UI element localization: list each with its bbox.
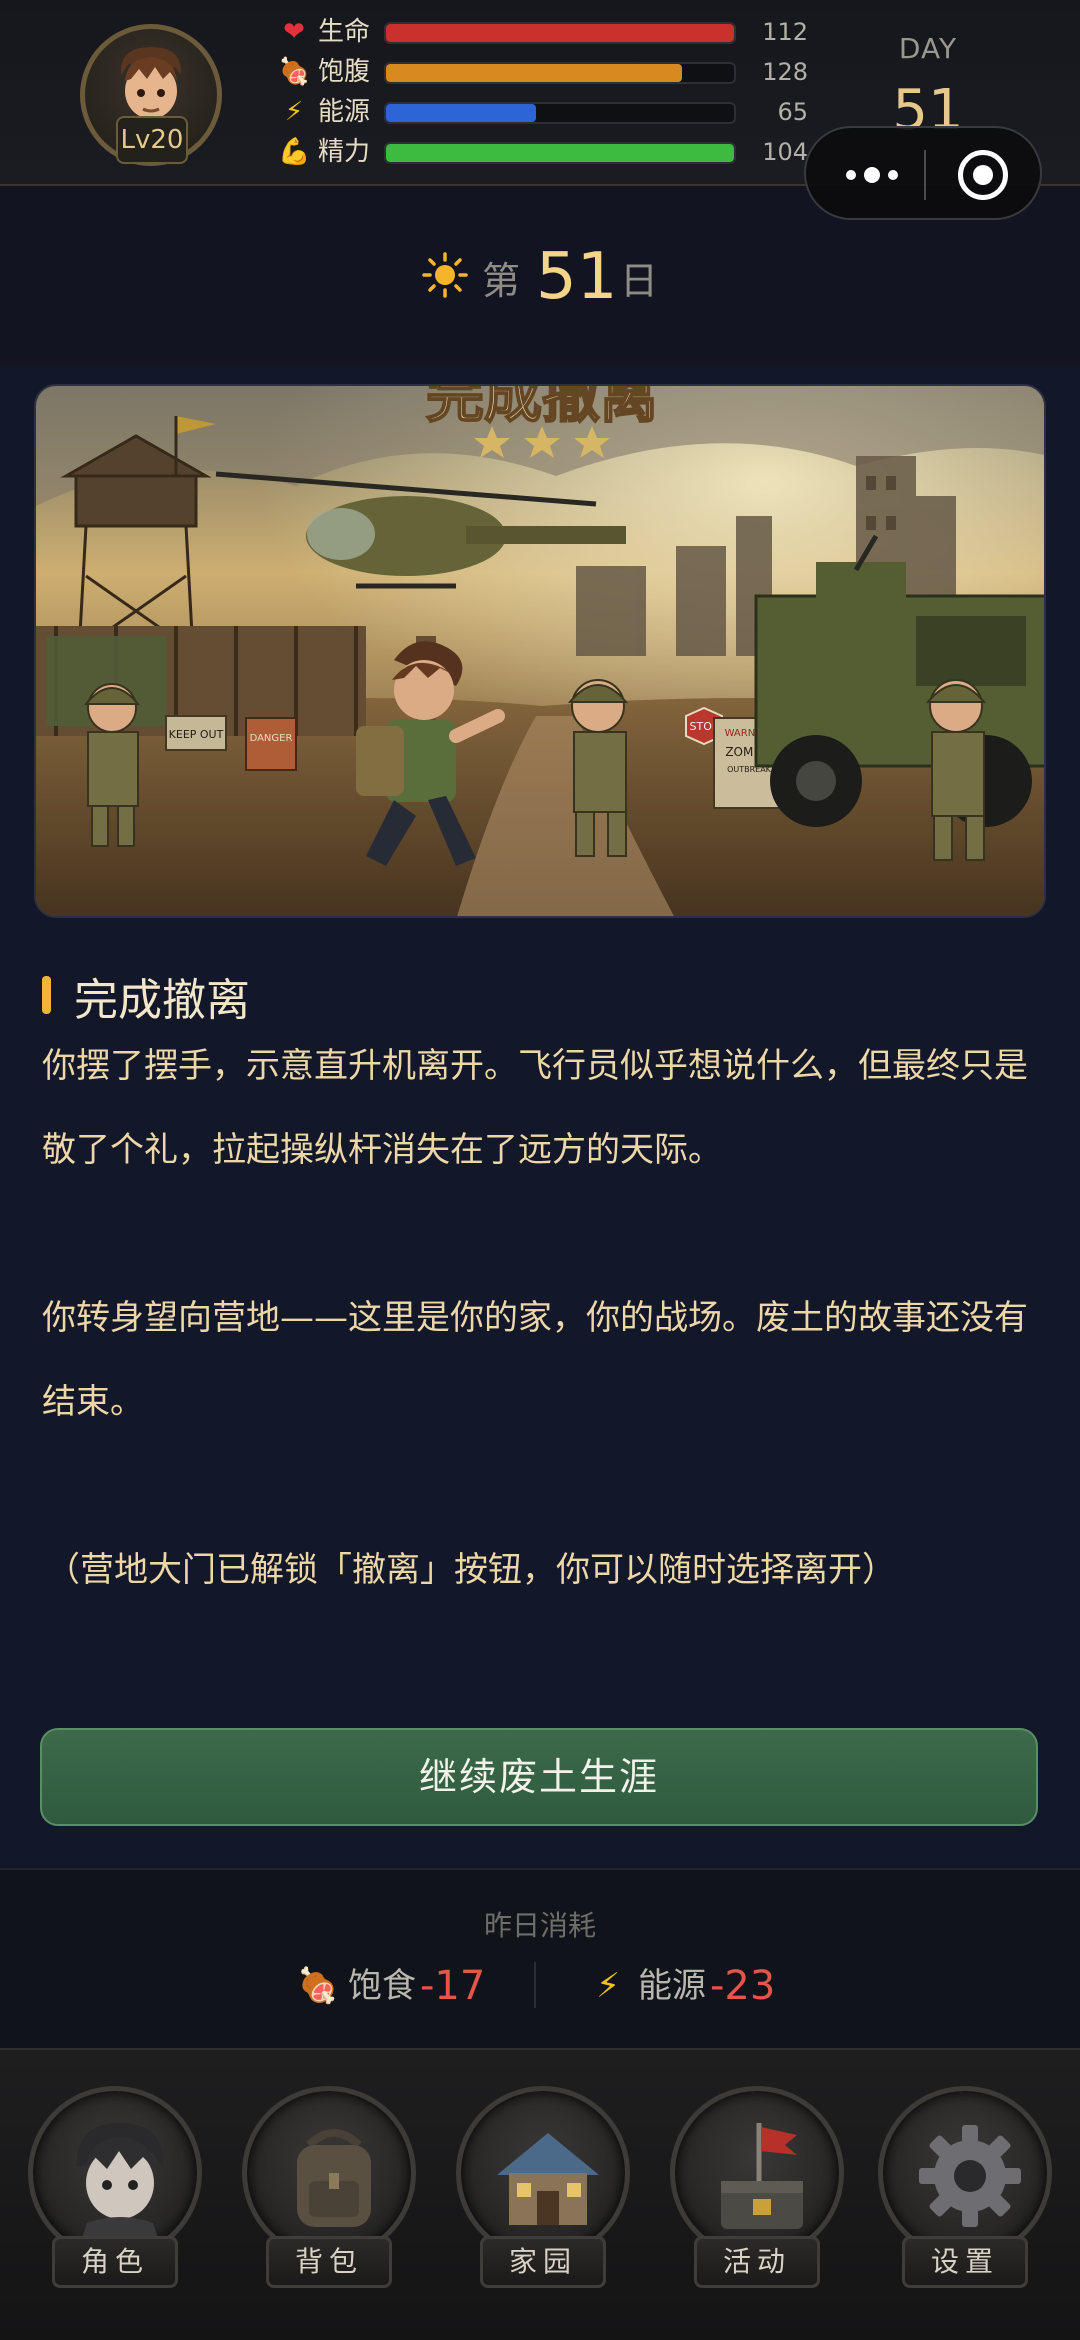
- home-icon: [497, 2133, 599, 2225]
- stat-value: 65: [777, 98, 808, 126]
- capsule-divider: [924, 150, 926, 200]
- nav-icon-frame: [456, 2086, 630, 2260]
- nav-icon-frame: [878, 2086, 1052, 2260]
- event-title: 完成撤离: [74, 975, 250, 1026]
- evacuation-scene-image: 完成撤离 KEEP OUT DANGER STOP WARNING ZOMBIE…: [36, 386, 1044, 916]
- nav-activity[interactable]: 活动: [662, 2086, 852, 2316]
- stat-satiety: 🍖 饱腹 128: [278, 54, 828, 90]
- stat-value: 104: [762, 138, 808, 166]
- consumption-title: 昨日消耗: [483, 1909, 596, 1942]
- stat-bar: [384, 22, 736, 44]
- more-options-icon[interactable]: [826, 150, 916, 200]
- nav-home[interactable]: 家园: [448, 2086, 638, 2316]
- stat-label: 饱腹: [318, 57, 371, 87]
- nav-icon-frame: [28, 2086, 202, 2260]
- stat-bar: [384, 142, 736, 164]
- character-icon: [76, 2123, 164, 2241]
- activity-icon: [721, 2123, 803, 2229]
- nav-icon-frame: [242, 2086, 416, 2260]
- day-label: DAY: [898, 32, 958, 65]
- consumption-divider: [534, 1962, 536, 2008]
- miniprogram-capsule: [804, 126, 1042, 220]
- nav-icon-frame: [670, 2086, 844, 2260]
- event-paragraph: 你转身望向营地——这里是你的家，你的战场。废土的故事还没有结束。: [42, 1298, 1028, 1422]
- consumption-value: -23: [710, 1963, 776, 2009]
- continue-button[interactable]: 继续废土生涯: [40, 1728, 1038, 1826]
- stat-value: 112: [762, 18, 808, 46]
- stat-label: 精力: [318, 137, 371, 167]
- level-badge: Lv20: [116, 116, 188, 164]
- day-suffix: 日: [620, 259, 659, 303]
- consumption-label: 饱食: [348, 1966, 416, 2006]
- day-prefix: 第: [482, 259, 521, 303]
- stat-bar: [384, 102, 736, 124]
- day-header: 第 51 日: [0, 228, 1080, 338]
- sun-icon: [422, 252, 468, 298]
- nav-label: 背包: [266, 2236, 392, 2288]
- muscle-icon: 💪: [278, 137, 311, 167]
- stat-bar: [384, 62, 736, 84]
- consumption-label: 能源: [638, 1966, 706, 2006]
- settings-icon: [919, 2125, 1021, 2227]
- stat-bar-fill: [386, 144, 734, 162]
- lightning-icon: ⚡: [596, 1966, 620, 2006]
- nav-settings[interactable]: 设置: [870, 2086, 1060, 2316]
- close-miniprogram-icon[interactable]: [958, 150, 1008, 200]
- stat-health: ❤ 生命 112: [278, 14, 828, 50]
- stat-bar-fill: [386, 24, 734, 42]
- stat-label: 能源: [318, 97, 371, 127]
- nav-backpack[interactable]: 背包: [234, 2086, 424, 2316]
- lightning-icon: ⚡: [284, 97, 304, 127]
- consumption-value: -17: [420, 1963, 486, 2009]
- event-illustration: 完成撤离 KEEP OUT DANGER STOP WARNING ZOMBIE…: [34, 384, 1046, 918]
- event-paragraph: 你摆了摆手，示意直升机离开。飞行员似乎想说什么，但最终只是敬了个礼，拉起操纵杆消…: [42, 1046, 1028, 1170]
- heart-icon: ❤: [283, 17, 305, 47]
- title-accent-bar: [42, 976, 51, 1014]
- bottom-nav: 角色 背包 家园 活动 设置: [0, 2048, 1080, 2340]
- day-number: 51: [536, 240, 618, 314]
- event-note: （营地大门已解锁「撤离」按钮，你可以随时选择离开）: [46, 1550, 896, 1590]
- nav-label: 设置: [902, 2236, 1028, 2288]
- nav-label: 角色: [52, 2236, 178, 2288]
- stat-energy: ⚡ 能源 65: [278, 94, 828, 130]
- stat-value: 128: [762, 58, 808, 86]
- backpack-icon: [297, 2129, 371, 2227]
- stat-stamina: 💪 精力 104: [278, 134, 828, 170]
- nav-character[interactable]: 角色: [20, 2086, 210, 2316]
- meat-icon: 🍖: [296, 1966, 340, 2006]
- nav-label: 家园: [480, 2236, 606, 2288]
- stat-bar-fill: [386, 104, 536, 122]
- nav-label: 活动: [694, 2236, 820, 2288]
- stat-bar-fill: [386, 64, 682, 82]
- meat-icon: 🍖: [278, 57, 311, 87]
- stat-label: 生命: [318, 17, 371, 47]
- yesterday-consumption: 昨日消耗 🍖 饱食 -17 ⚡ 能源 -23: [0, 1868, 1080, 2048]
